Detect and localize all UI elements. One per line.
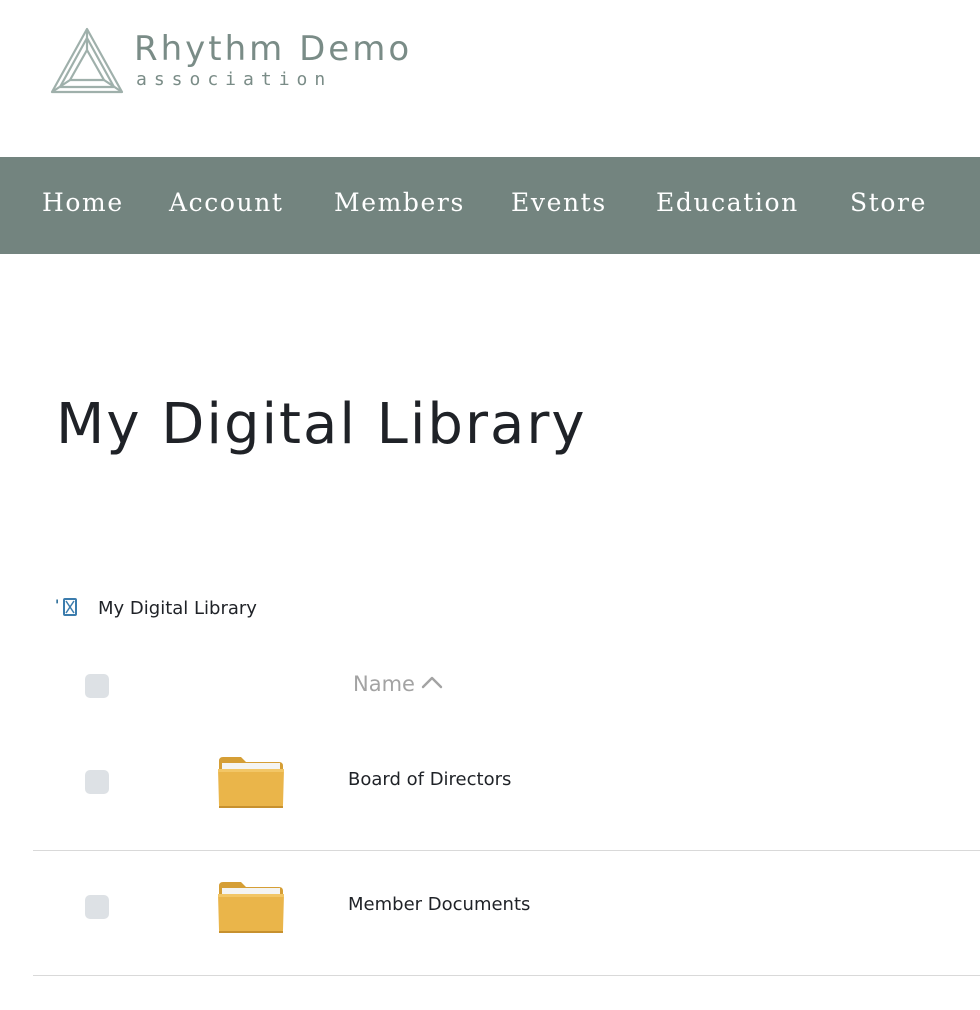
row-checkbox[interactable] bbox=[85, 895, 109, 919]
row-name[interactable]: Board of Directors bbox=[348, 769, 511, 790]
logo-title: Rhythm Demo bbox=[134, 29, 413, 69]
row-name[interactable]: Member Documents bbox=[348, 894, 530, 915]
chevron-up-icon bbox=[421, 670, 443, 694]
breadcrumb-tick: ' bbox=[55, 598, 60, 614]
row-divider bbox=[33, 975, 980, 976]
logo-subtitle: association bbox=[136, 69, 333, 90]
breadcrumb-current[interactable]: My Digital Library bbox=[98, 598, 257, 619]
site-logo[interactable]: Rhythm Demo association bbox=[48, 26, 468, 98]
triangle-logo-icon bbox=[50, 27, 124, 94]
nav-education[interactable]: Education bbox=[656, 190, 799, 215]
nav-members[interactable]: Members bbox=[334, 190, 465, 215]
row-divider bbox=[33, 850, 980, 851]
column-header-label: Name bbox=[353, 672, 415, 696]
column-header-name[interactable]: Name bbox=[353, 670, 443, 696]
row-checkbox[interactable] bbox=[85, 770, 109, 794]
folder-icon bbox=[218, 757, 284, 808]
page-title: My Digital Library bbox=[56, 392, 587, 457]
select-all-checkbox[interactable] bbox=[85, 674, 109, 698]
folder-icon bbox=[218, 882, 284, 933]
nav-home[interactable]: Home bbox=[42, 190, 124, 215]
nav-events[interactable]: Events bbox=[511, 190, 607, 215]
broken-image-icon bbox=[63, 598, 77, 616]
nav-account[interactable]: Account bbox=[169, 190, 284, 215]
main-nav: Home Account Members Events Education St… bbox=[0, 157, 980, 254]
nav-store[interactable]: Store bbox=[850, 190, 927, 215]
